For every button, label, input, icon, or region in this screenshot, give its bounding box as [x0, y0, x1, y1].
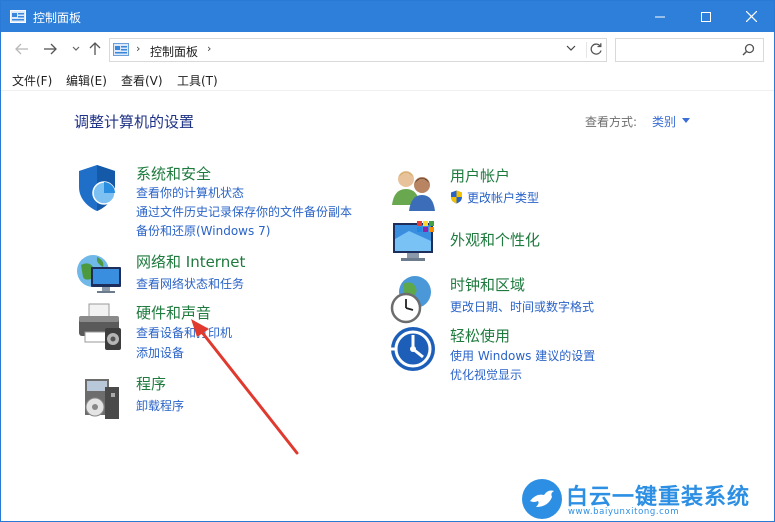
close-button[interactable] [728, 1, 774, 32]
category-network-internet: 网络和 Internet 查看网络状态和任务 [75, 251, 375, 301]
menu-view[interactable]: 查看(V) [121, 72, 163, 89]
maximize-icon [701, 11, 711, 22]
printer-icon[interactable] [75, 302, 127, 354]
breadcrumb-separator-icon[interactable]: › [207, 42, 211, 55]
view-by-label: 查看方式: [585, 115, 638, 129]
address-dropdown-icon[interactable] [566, 44, 576, 52]
control-panel-app-icon [10, 10, 26, 23]
network-globe-icon[interactable] [75, 251, 127, 303]
heading-programs[interactable]: 程序 [136, 373, 166, 394]
up-arrow-icon [89, 42, 101, 55]
link-optimize-visual-display[interactable]: 优化视觉显示 [450, 366, 522, 383]
link-file-history-backup[interactable]: 通过文件历史记录保存你的文件备份副本 [136, 203, 352, 220]
watermark-url: www.baiyunxitong.com [568, 507, 680, 517]
maximize-button[interactable] [683, 1, 729, 32]
bird-logo-icon [522, 479, 562, 519]
view-by-dropdown[interactable]: 类别 [652, 113, 676, 130]
minimize-button[interactable] [637, 1, 683, 32]
window-title: 控制面板 [33, 11, 82, 25]
link-network-status-tasks[interactable]: 查看网络状态和任务 [136, 275, 244, 292]
up-button[interactable] [86, 40, 104, 58]
heading-user-accounts[interactable]: 用户帐户 [450, 165, 510, 186]
forward-button[interactable] [41, 40, 59, 58]
refresh-icon [590, 43, 602, 55]
category-clock-region: 时钟和区域 更改日期、时间或数字格式 [389, 274, 719, 324]
heading-hardware-sound[interactable]: 硬件和声音 [136, 302, 211, 323]
monitor-colors-icon[interactable] [389, 219, 441, 271]
category-hardware-sound: 硬件和声音 查看设备和打印机 添加设备 [75, 302, 375, 362]
link-change-date-time-format[interactable]: 更改日期、时间或数字格式 [450, 298, 594, 315]
menu-tools[interactable]: 工具(T) [177, 72, 218, 89]
uac-shield-icon [451, 190, 462, 204]
heading-ease-of-access[interactable]: 轻松使用 [450, 325, 510, 346]
category-ease-of-access: 轻松使用 使用 Windows 建议的设置 优化视觉显示 [389, 325, 719, 385]
category-system-security: 系统和安全 查看你的计算机状态 通过文件历史记录保存你的文件备份副本 备份和还原… [75, 163, 375, 243]
main-content: 调整计算机的设置 查看方式: 类别 系统和安全 查看你的计算机状态 通过文件历史… [1, 91, 774, 521]
link-uninstall-program[interactable]: 卸载程序 [136, 397, 184, 414]
link-change-account-type-label: 更改帐户类型 [467, 191, 540, 205]
title-bar: 控制面板 [1, 1, 774, 32]
link-devices-printers[interactable]: 查看设备和打印机 [136, 324, 232, 341]
category-user-accounts: 用户帐户 更改帐户类型 [389, 165, 689, 211]
link-add-device[interactable]: 添加设备 [136, 344, 184, 361]
search-icon[interactable] [742, 43, 755, 56]
menu-bar: 文件(F) 编辑(E) 查看(V) 工具(T) [1, 67, 774, 91]
category-programs: 程序 卸载程序 [75, 373, 375, 423]
link-change-account-type[interactable]: 更改帐户类型 [450, 189, 539, 206]
minimize-icon [655, 16, 665, 17]
link-view-computer-status[interactable]: 查看你的计算机状态 [136, 184, 244, 201]
heading-clock-region[interactable]: 时钟和区域 [450, 274, 525, 295]
refresh-button[interactable] [586, 42, 604, 58]
programs-icon[interactable] [75, 373, 127, 425]
menu-file[interactable]: 文件(F) [12, 72, 52, 89]
page-title: 调整计算机的设置 [74, 113, 195, 131]
heading-system-security[interactable]: 系统和安全 [136, 163, 211, 184]
users-icon[interactable] [389, 165, 441, 217]
link-backup-restore-win7[interactable]: 备份和还原(Windows 7) [136, 222, 270, 239]
breadcrumb-control-panel[interactable]: 控制面板 [150, 43, 198, 60]
shield-icon[interactable] [75, 163, 127, 215]
clock-globe-icon[interactable] [389, 274, 441, 326]
watermark: 白云一键重装系统 www.baiyunxitong.com [522, 475, 775, 522]
close-icon [745, 11, 757, 22]
forward-arrow-icon [44, 43, 57, 55]
view-by-caret-icon[interactable] [682, 118, 690, 123]
back-button[interactable] [13, 40, 31, 58]
recent-locations-button[interactable] [67, 40, 85, 58]
menu-edit[interactable]: 编辑(E) [66, 72, 107, 89]
ease-of-access-icon[interactable] [389, 325, 441, 377]
heading-appearance-personalization[interactable]: 外观和个性化 [450, 229, 540, 250]
back-arrow-icon [15, 43, 28, 55]
chevron-down-icon [72, 46, 80, 51]
search-field[interactable] [615, 38, 764, 62]
category-appearance-personalization: 外观和个性化 [389, 219, 689, 265]
link-windows-recommended-settings[interactable]: 使用 Windows 建议的设置 [450, 347, 595, 364]
control-panel-window: 控制面板 › 控制面板 › 文件(F) 编辑(E) 查看(V) 工具(T) 调整… [0, 0, 775, 522]
control-panel-icon [113, 43, 129, 56]
navigation-bar: › 控制面板 › [1, 32, 774, 66]
address-bar[interactable]: › 控制面板 › [109, 38, 607, 62]
heading-network-internet[interactable]: 网络和 Internet [136, 251, 245, 272]
breadcrumb-separator-icon[interactable]: › [136, 42, 140, 55]
